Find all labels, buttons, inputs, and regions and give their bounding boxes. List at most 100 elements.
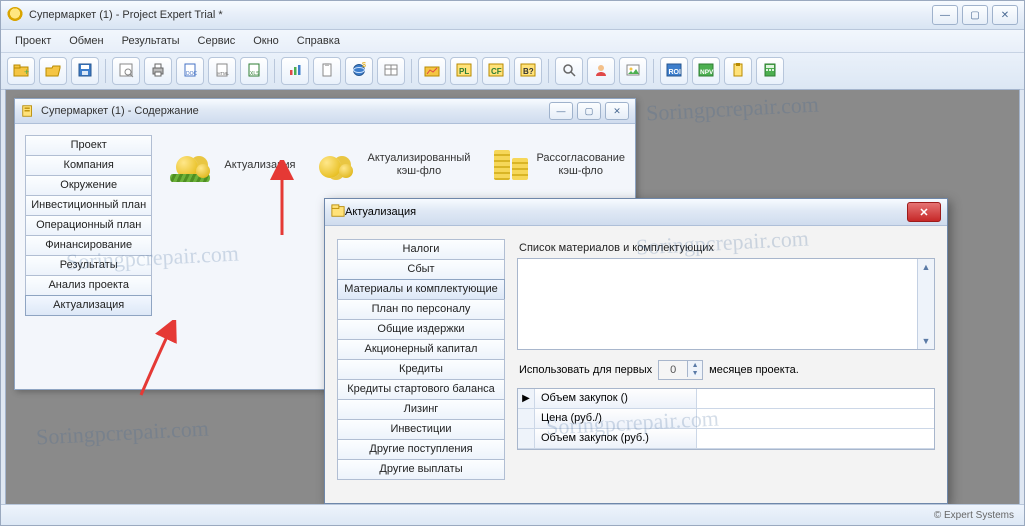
- dialog-nav-item[interactable]: Материалы и комплектующие: [337, 279, 505, 300]
- toolbar-table-button[interactable]: [377, 57, 405, 85]
- toolbar-user-button[interactable]: [587, 57, 615, 85]
- toolbar-image-button[interactable]: [619, 57, 647, 85]
- dialog-nav-item[interactable]: План по персоналу: [337, 299, 505, 320]
- grid-row[interactable]: Объем закупок (руб.): [518, 429, 934, 449]
- toolbar-folder-open-button[interactable]: [39, 57, 67, 85]
- toolbar-html-button[interactable]: HTML: [208, 57, 236, 85]
- use-for-months-row: Использовать для первых ▲ ▼ месяцев прое…: [519, 360, 933, 380]
- toolbar-print-button[interactable]: [144, 57, 172, 85]
- toolbar-preview-button[interactable]: [112, 57, 140, 85]
- svg-text:$: $: [362, 62, 366, 69]
- listbox-scrollbar[interactable]: ▲ ▼: [917, 259, 934, 349]
- menu-project[interactable]: Проект: [7, 33, 59, 49]
- dialog-nav-item[interactable]: Другие поступления: [337, 439, 505, 460]
- spin-up-icon[interactable]: ▲: [687, 361, 702, 369]
- dialog-nav-item[interactable]: Налоги: [337, 239, 505, 260]
- svg-text:+: +: [24, 67, 29, 77]
- titlebar: Супермаркет (1) - Project Expert Trial *…: [1, 1, 1024, 30]
- toolbar-separator: [105, 59, 106, 83]
- toolbar-globe-button[interactable]: $: [345, 57, 373, 85]
- dialog-nav-item[interactable]: Кредиты: [337, 359, 505, 380]
- toolbar-doc-button[interactable]: DOC: [176, 57, 204, 85]
- toolbar-roi-button[interactable]: ROI: [660, 57, 688, 85]
- toolbar-xls-button[interactable]: XLS: [240, 57, 268, 85]
- scroll-down-icon[interactable]: ▼: [918, 333, 934, 349]
- content-nav-item[interactable]: Финансирование: [25, 235, 152, 256]
- toolbar-save-button[interactable]: [71, 57, 99, 85]
- content-nav-item[interactable]: Результаты: [25, 255, 152, 276]
- menu-results[interactable]: Результаты: [114, 33, 188, 49]
- app-window: Супермаркет (1) - Project Expert Trial *…: [0, 0, 1025, 526]
- content-minimize-button[interactable]: —: [549, 102, 573, 120]
- toolbar-bf-button[interactable]: B?: [514, 57, 542, 85]
- dialog-nav-item[interactable]: Общие издержки: [337, 319, 505, 340]
- xls-icon: XLS: [246, 62, 262, 81]
- toolbar-clipboard-button[interactable]: [313, 57, 341, 85]
- dialog-titlebar: Актуализация ✕: [325, 199, 947, 226]
- content-nav-item[interactable]: Проект: [25, 135, 152, 156]
- menubar: Проект Обмен Результаты Сервис Окно Спра…: [1, 30, 1024, 53]
- grid-row[interactable]: Цена (руб./): [518, 409, 934, 429]
- content-window-icon: [21, 104, 35, 118]
- row-marker-icon: [518, 429, 535, 449]
- menu-service[interactable]: Сервис: [190, 33, 244, 49]
- toolbar-calc-button[interactable]: [756, 57, 784, 85]
- toolbar-pl-button[interactable]: PL: [450, 57, 478, 85]
- content-nav-item[interactable]: Актуализация: [25, 295, 152, 316]
- scroll-up-icon[interactable]: ▲: [918, 259, 934, 275]
- content-maximize-button[interactable]: ▢: [577, 102, 601, 120]
- watermark: Soringpcrepair.com: [35, 415, 209, 450]
- table-icon: [383, 62, 399, 81]
- menu-exchange[interactable]: Обмен: [61, 33, 111, 49]
- minimize-button[interactable]: —: [932, 5, 958, 25]
- content-close-button[interactable]: ✕: [605, 102, 629, 120]
- svg-text:CF: CF: [491, 67, 502, 76]
- dialog-nav-item[interactable]: Другие выплаты: [337, 459, 505, 480]
- grid-row-value[interactable]: [697, 389, 934, 409]
- spin-down-icon[interactable]: ▼: [687, 369, 702, 377]
- dialog-nav-item[interactable]: Акционерный капитал: [337, 339, 505, 360]
- toolbar-chart-folder-button[interactable]: [418, 57, 446, 85]
- toolbar-folder-plus-button[interactable]: +: [7, 57, 35, 85]
- item-actualized-cashflow[interactable]: Актуализированный кэш-фло: [319, 150, 470, 180]
- pl-icon: PL: [456, 62, 472, 81]
- menu-window[interactable]: Окно: [245, 33, 287, 49]
- svg-text:XLS: XLS: [250, 71, 260, 77]
- dialog-nav-item[interactable]: Инвестиции: [337, 419, 505, 440]
- toolbar-cf-button[interactable]: CF: [482, 57, 510, 85]
- content-nav: ПроектКомпанияОкружениеИнвестиционный пл…: [25, 136, 152, 316]
- grid-row-value[interactable]: [697, 429, 934, 449]
- dialog-nav-item[interactable]: Сбыт: [337, 259, 505, 280]
- data-grid[interactable]: ▶Объем закупок ()Цена (руб./)Объем закуп…: [517, 388, 935, 450]
- content-nav-item[interactable]: Анализ проекта: [25, 275, 152, 296]
- coins-icon: [176, 150, 216, 180]
- content-nav-item[interactable]: Компания: [25, 155, 152, 176]
- toolbar-clipboard2-button[interactable]: [724, 57, 752, 85]
- months-spinner[interactable]: ▲ ▼: [658, 360, 703, 380]
- toolbar-npv-button[interactable]: NPV: [692, 57, 720, 85]
- globe-icon: $: [351, 62, 367, 81]
- item-mismatch-cashflow[interactable]: Рассогласование кэш-фло: [494, 150, 625, 180]
- dialog-close-button[interactable]: ✕: [907, 202, 941, 222]
- content-nav-item[interactable]: Окружение: [25, 175, 152, 196]
- item-label: Рассогласование кэш-фло: [536, 152, 625, 178]
- materials-listbox[interactable]: ▲ ▼: [517, 258, 935, 350]
- item-actualization[interactable]: Актуализация: [176, 150, 295, 180]
- toolbar-barchart-button[interactable]: [281, 57, 309, 85]
- dialog-nav-item[interactable]: Лизинг: [337, 399, 505, 420]
- content-nav-item[interactable]: Инвестиционный план: [25, 195, 152, 216]
- grid-row-value[interactable]: [697, 409, 934, 429]
- maximize-button[interactable]: ▢: [962, 5, 988, 25]
- toolbar-separator: [411, 59, 412, 83]
- image-icon: [625, 62, 641, 81]
- menu-help[interactable]: Справка: [289, 33, 348, 49]
- toolbar-zoom-button[interactable]: [555, 57, 583, 85]
- content-nav-item[interactable]: Операционный план: [25, 215, 152, 236]
- barchart-icon: [287, 62, 303, 81]
- close-button[interactable]: ✕: [992, 5, 1018, 25]
- materials-list-label: Список материалов и комплектующих: [519, 242, 935, 254]
- folder-plus-icon: +: [13, 62, 29, 81]
- grid-row[interactable]: ▶Объем закупок (): [518, 389, 934, 409]
- months-input[interactable]: [659, 361, 687, 379]
- dialog-nav-item[interactable]: Кредиты стартового баланса: [337, 379, 505, 400]
